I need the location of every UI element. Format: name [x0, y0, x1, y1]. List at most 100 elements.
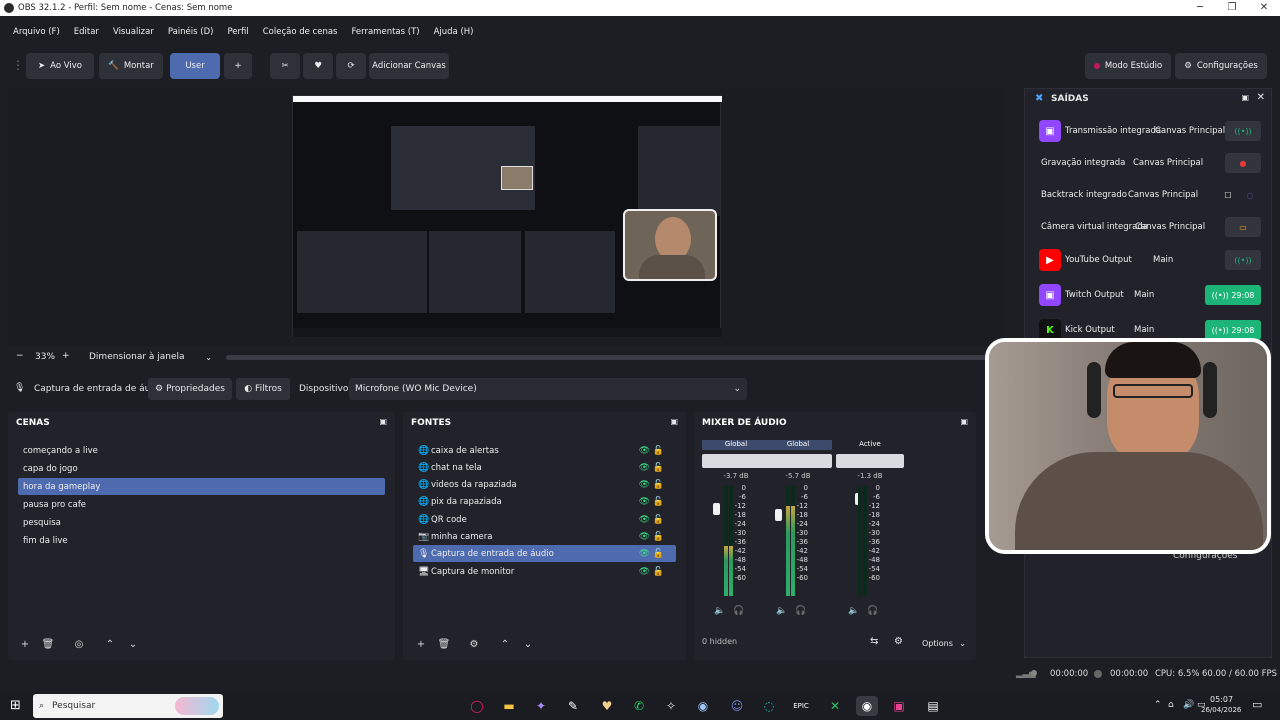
backtrack-checkbox[interactable]: ☐ — [1219, 185, 1237, 205]
heart-button[interactable]: ♥ — [303, 53, 333, 79]
output-toggle-button[interactable]: ((•)) — [1225, 250, 1261, 270]
gear-icon[interactable]: ⚙ — [466, 636, 482, 652]
headphones-icon[interactable]: 🎧 — [867, 606, 878, 616]
close-icon[interactable]: ✕ — [1257, 92, 1265, 103]
gear-icon[interactable]: ⚙ — [894, 636, 903, 647]
mute-icon[interactable]: 🔈 — [776, 606, 787, 616]
menu-help[interactable]: Ajuda (H) — [427, 27, 481, 37]
move-up-button[interactable]: ⌃ — [497, 636, 513, 652]
record-toggle-button[interactable]: ● — [1225, 153, 1261, 173]
zoom-in-button[interactable]: + — [62, 351, 70, 361]
lock-icon[interactable]: 🔓 — [653, 463, 664, 473]
app-icon[interactable]: ▣ — [888, 696, 910, 716]
studio-mode-button[interactable]: Modo Estúdio — [1085, 53, 1171, 79]
add-mode-button[interactable]: + — [224, 53, 252, 79]
trash-icon[interactable]: 🗑 — [40, 636, 56, 652]
close-window-button[interactable]: ✕ — [1248, 0, 1280, 16]
device-select[interactable]: Microfone (WO Mic Device) ⌄ — [349, 378, 747, 400]
menu-view[interactable]: Visualizar — [106, 27, 161, 37]
scene-item[interactable]: começando a live — [18, 442, 385, 459]
eye-icon[interactable]: 👁 — [639, 463, 650, 473]
scale-mode-select[interactable]: Dimensionar à janela ⌄ — [84, 348, 218, 366]
scene-filter-button[interactable]: ◎ — [71, 636, 87, 652]
source-item[interactable]: 📷 minha camera 👁 🔓 — [413, 528, 676, 545]
build-button[interactable]: 🔨 Montar — [99, 53, 163, 79]
scene-item[interactable]: pesquisa — [18, 514, 385, 531]
lock-icon[interactable]: 🔓 — [653, 532, 664, 542]
folder-icon[interactable]: ▬ — [498, 696, 520, 716]
eye-icon[interactable]: 👁 — [639, 497, 650, 507]
output-toggle-button[interactable]: ((•)) 29:08 — [1205, 285, 1261, 305]
notes-icon[interactable]: ✎ — [562, 696, 584, 716]
output-toggle-button[interactable]: ((•)) — [1225, 121, 1261, 141]
source-item-selected[interactable]: 🎙 Captura de entrada de áudio 👁 🔓 — [413, 545, 676, 562]
scene-item[interactable]: fim da live — [18, 532, 385, 549]
eye-icon[interactable]: 👁 — [639, 532, 650, 542]
user-button[interactable]: User — [170, 53, 220, 79]
opera-icon[interactable]: ◯ — [466, 696, 488, 716]
scene-item-selected[interactable]: hora da gameplay — [18, 478, 385, 495]
output-toggle-button[interactable]: ((•)) 29:08 — [1205, 320, 1261, 340]
source-item[interactable]: 🌐 QR code 👁 🔓 — [413, 511, 676, 528]
scene-item[interactable]: capa do jogo — [18, 460, 385, 477]
obs-taskbar-icon[interactable]: ◉ — [856, 696, 878, 716]
eye-icon[interactable]: 👁 — [639, 446, 650, 456]
lock-icon[interactable]: 🔓 — [653, 497, 664, 507]
lock-icon[interactable]: 🔓 — [653, 549, 664, 559]
whatsapp-icon[interactable]: ✆ — [628, 696, 650, 716]
discord-icon[interactable]: ☺ — [726, 696, 748, 716]
epic-games-icon[interactable]: EPIC — [790, 696, 812, 716]
heart-app-icon[interactable]: ♥ — [596, 696, 618, 716]
dock-float-icon[interactable]: ▣ — [670, 417, 678, 426]
network-icon[interactable]: ⌂ — [1168, 700, 1174, 710]
xbox-icon[interactable]: ✕ — [824, 696, 846, 716]
gamepad-icon[interactable]: ✦ — [530, 696, 552, 716]
preview-scrollbar[interactable] — [226, 355, 996, 360]
refresh-button[interactable]: ⟳ — [336, 53, 366, 79]
add-source-button[interactable]: + — [413, 636, 429, 652]
source-item[interactable]: 🖥 Captura de monitor 👁 🔓 — [413, 563, 676, 580]
volume-fader-knob[interactable] — [775, 509, 782, 521]
lock-icon[interactable]: 🔓 — [653, 446, 664, 456]
scene-item[interactable]: pausa pro cafe — [18, 496, 385, 513]
menu-scene-collection[interactable]: Coleção de cenas — [256, 27, 345, 37]
move-down-button[interactable]: ⌄ — [520, 636, 536, 652]
volume-icon[interactable]: 🔊 — [1183, 700, 1194, 710]
source-item[interactable]: 🌐 chat na tela 👁 🔓 — [413, 459, 676, 476]
app-icon[interactable]: ◌ — [758, 696, 780, 716]
add-scene-button[interactable]: + — [17, 636, 33, 652]
notification-icon[interactable]: ▭ — [1252, 698, 1262, 711]
live-button[interactable]: ➤ Ao Vivo — [26, 53, 94, 79]
mute-icon[interactable]: 🔈 — [848, 606, 859, 616]
chevron-up-icon[interactable]: ⌃ — [1154, 700, 1162, 710]
virtualcam-toggle-button[interactable]: ▭ — [1225, 217, 1261, 237]
strip-select[interactable] — [764, 454, 832, 468]
dock-float-icon[interactable]: ▣ — [960, 417, 968, 426]
headphones-icon[interactable]: 🎧 — [733, 606, 744, 616]
app-icon[interactable]: ✧ — [660, 696, 682, 716]
windows-start-icon[interactable]: ⊞ — [10, 698, 21, 713]
strip-select[interactable] — [702, 454, 770, 468]
source-item[interactable]: 🌐 pix da rapaziada 👁 🔓 — [413, 493, 676, 510]
taskbar-search[interactable]: ⌕ Pesquisar — [33, 694, 223, 718]
properties-button[interactable]: ⚙ Propriedades — [148, 378, 232, 400]
source-item[interactable]: 🌐 videos da rapaziada 👁 🔓 — [413, 476, 676, 493]
minimize-button[interactable]: ─ — [1184, 0, 1216, 16]
dock-float-icon[interactable]: ▣ — [1241, 93, 1249, 102]
menu-file[interactable]: Arquivo (F) — [6, 27, 67, 37]
headphones-icon[interactable]: 🎧 — [795, 606, 806, 616]
drag-handle-icon[interactable]: ⋮ — [12, 58, 24, 72]
strip-select[interactable] — [836, 454, 904, 468]
backtrack-ring-icon[interactable]: ◌ — [1241, 185, 1259, 205]
trash-icon[interactable]: 🗑 — [436, 636, 452, 652]
filters-button[interactable]: ◐ Filtros — [236, 378, 290, 400]
menu-tools[interactable]: Ferramentas (T) — [344, 27, 426, 37]
eye-icon[interactable]: 👁 — [639, 567, 650, 577]
scissors-button[interactable]: ✂ — [270, 53, 300, 79]
eye-icon[interactable]: 👁 — [639, 515, 650, 525]
dock-float-icon[interactable]: ▣ — [379, 417, 387, 426]
lock-icon[interactable]: 🔓 — [653, 515, 664, 525]
steam-icon[interactable]: ◉ — [692, 696, 714, 716]
mute-icon[interactable]: 🔈 — [714, 606, 725, 616]
volume-fader-knob[interactable] — [713, 503, 720, 515]
